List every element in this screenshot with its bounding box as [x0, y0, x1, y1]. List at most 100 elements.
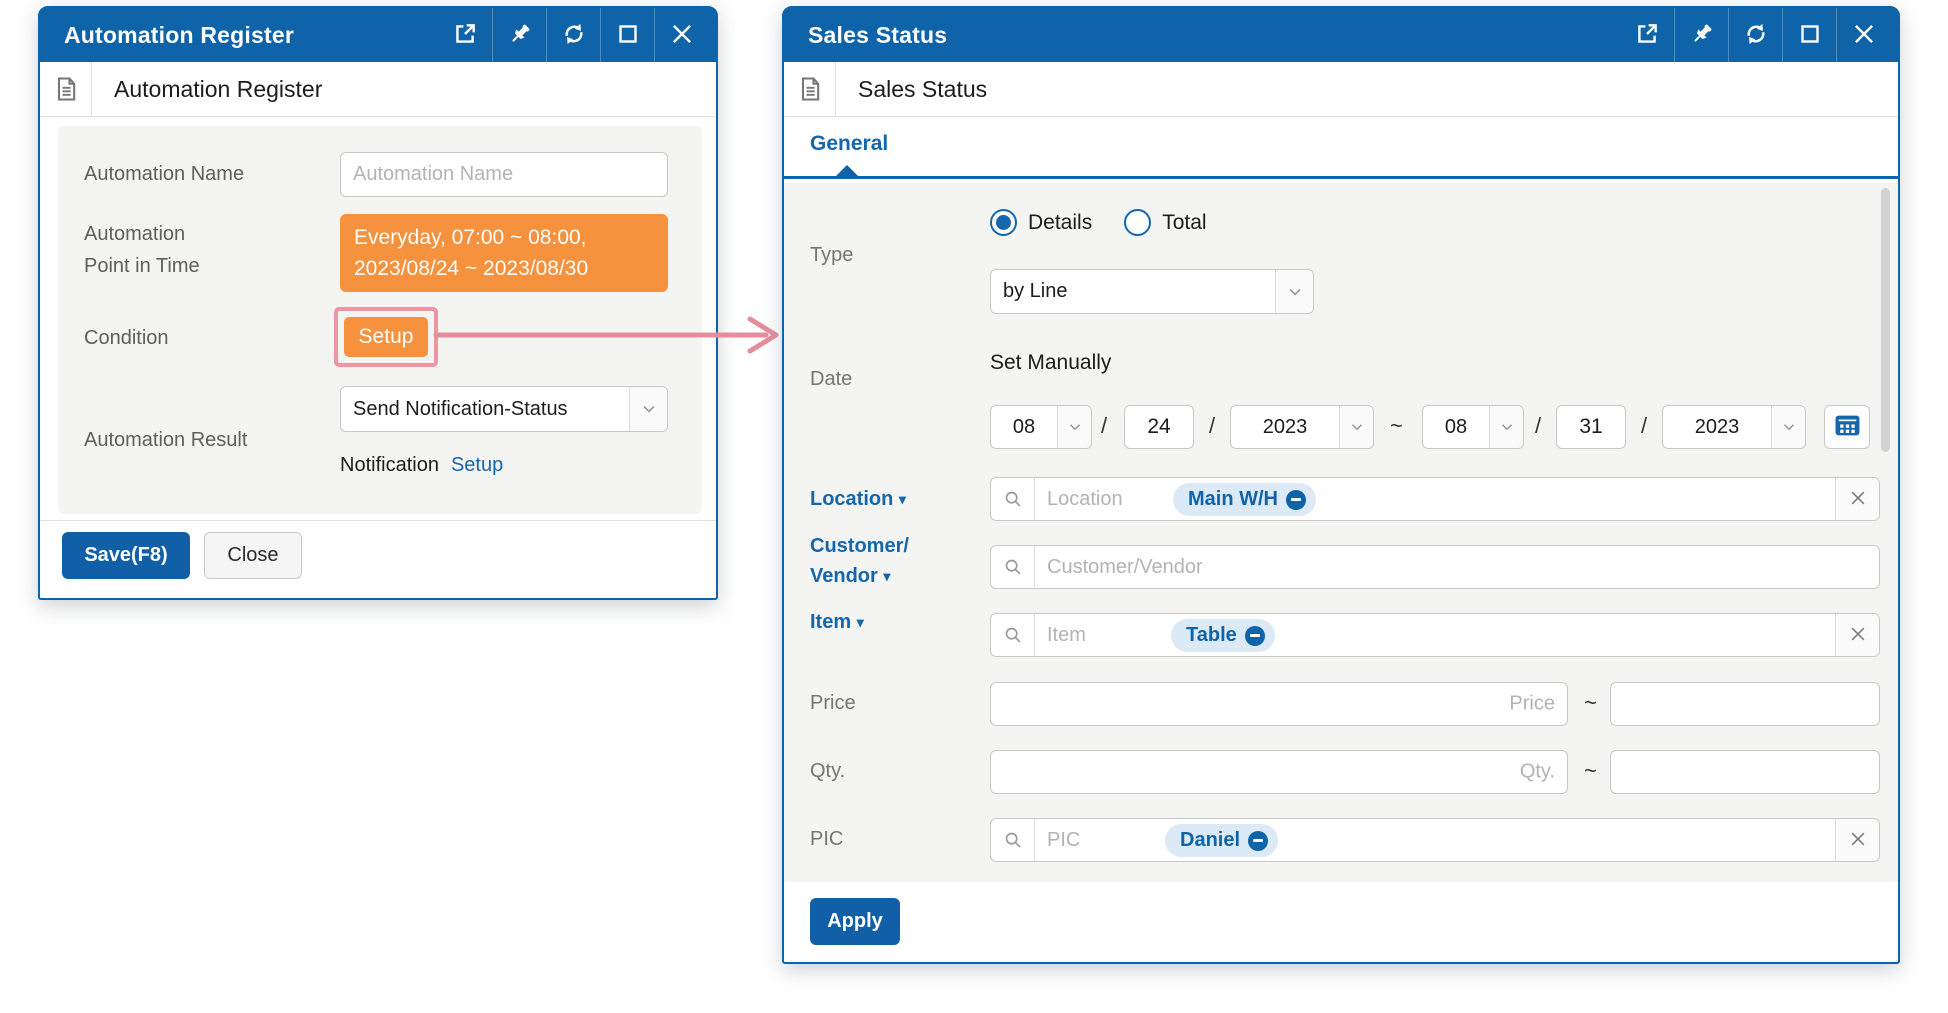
document-icon [784, 62, 836, 116]
remove-chip-icon[interactable] [1245, 626, 1265, 646]
type-dropdown[interactable]: by Line [990, 269, 1314, 314]
to-year-select[interactable]: 2023 [1662, 405, 1806, 449]
from-year-select[interactable]: 2023 [1230, 405, 1374, 449]
clear-icon [1848, 488, 1868, 511]
remove-chip-icon[interactable] [1286, 490, 1306, 510]
clear-location-button[interactable] [1835, 478, 1879, 520]
from-month-select[interactable]: 08 [990, 405, 1092, 449]
notification-setup-link[interactable]: Setup [451, 454, 503, 477]
radio-details-label[interactable]: Details [1028, 211, 1092, 235]
price-placeholder: Price [1509, 693, 1555, 716]
pic-input[interactable]: PIC Daniel [990, 818, 1880, 862]
date-range-tilde: ~ [1390, 413, 1403, 439]
save-button[interactable]: Save(F8) [62, 532, 190, 579]
price-from-input[interactable]: Price [990, 682, 1568, 726]
search-icon [991, 819, 1035, 861]
notification-row: Notification Setup [340, 454, 503, 477]
location-input[interactable]: Location Main W/H [990, 477, 1880, 521]
qty-range-tilde: ~ [1584, 758, 1597, 784]
date-slash: / [1209, 413, 1215, 439]
radio-total[interactable] [1124, 209, 1151, 236]
clear-pic-button[interactable] [1835, 819, 1879, 861]
page-header: Automation Register [40, 62, 716, 117]
from-day-input[interactable]: 24 [1124, 405, 1194, 449]
vertical-scrollbar[interactable] [1881, 188, 1890, 452]
caret-down-icon: ▾ [883, 568, 890, 584]
chevron-down-icon [1339, 406, 1373, 448]
page-header: Sales Status [784, 62, 1898, 117]
item-input[interactable]: Item Table [990, 613, 1880, 657]
refresh-button[interactable] [1728, 8, 1782, 62]
price-range-tilde: ~ [1584, 690, 1597, 716]
titlebar-buttons [438, 8, 708, 62]
filter-form: Type Details Total by Line Date Set Manu… [784, 183, 1898, 886]
screen: Automation Register [0, 0, 1948, 1013]
pin-icon [1689, 21, 1715, 50]
maximize-icon [616, 22, 640, 49]
location-label[interactable]: Location ▾ [810, 484, 906, 514]
search-icon [991, 478, 1035, 520]
location-placeholder: Location [1035, 488, 1123, 511]
date-slash: / [1535, 413, 1541, 439]
price-label: Price [810, 687, 856, 719]
to-day-input[interactable]: 31 [1556, 405, 1626, 449]
pin-button[interactable] [1674, 8, 1728, 62]
radio-details[interactable] [990, 209, 1017, 236]
date-slash: / [1641, 413, 1647, 439]
automation-name-input[interactable]: Automation Name [340, 152, 668, 197]
qty-from-input[interactable]: Qty. [990, 750, 1568, 794]
type-radio-group: Details Total [990, 209, 1239, 236]
condition-setup-highlight: Setup [334, 307, 438, 367]
customer-vendor-placeholder: Customer/Vendor [1035, 556, 1203, 579]
qty-placeholder: Qty. [1520, 761, 1555, 784]
calendar-button[interactable] [1824, 405, 1870, 449]
clear-icon [1848, 624, 1868, 647]
clear-icon [1848, 829, 1868, 852]
tab-general[interactable]: General [810, 132, 888, 156]
automation-result-dropdown-value: Send Notification-Status [341, 387, 629, 431]
chevron-down-icon [1489, 406, 1523, 448]
customer-vendor-input[interactable]: Customer/Vendor [990, 545, 1880, 589]
pic-placeholder: PIC [1035, 829, 1080, 852]
item-label[interactable]: Item ▾ [810, 607, 864, 637]
close-button[interactable] [1836, 8, 1890, 62]
price-to-input[interactable] [1610, 682, 1880, 726]
pin-icon [507, 21, 533, 50]
close-button[interactable] [654, 8, 708, 62]
search-icon [991, 546, 1035, 588]
automation-result-label: Automation Result [84, 424, 247, 456]
dialog-footer: Apply [784, 882, 1898, 962]
condition-label: Condition [84, 322, 169, 354]
sales-status-dialog: Sales Status [782, 6, 1900, 964]
tab-bar: General [784, 117, 1898, 179]
date-mode-text: Set Manually [990, 351, 1111, 375]
qty-to-input[interactable] [1610, 750, 1880, 794]
open-in-new-window-icon [1634, 21, 1660, 50]
calendar-icon [1834, 413, 1861, 441]
close-button-footer[interactable]: Close [204, 532, 302, 579]
condition-setup-button[interactable]: Setup [344, 317, 428, 357]
document-icon [40, 62, 92, 116]
automation-register-dialog: Automation Register [38, 6, 718, 600]
customer-vendor-label[interactable]: Customer/ Vendor ▾ [810, 531, 909, 591]
chevron-down-icon [629, 387, 667, 431]
open-in-new-window-button[interactable] [438, 8, 492, 62]
refresh-button[interactable] [546, 8, 600, 62]
setup-to-dialog-arrow [432, 315, 784, 355]
dialog-title: Automation Register [64, 22, 294, 49]
apply-button[interactable]: Apply [810, 898, 900, 945]
chevron-down-icon [1057, 406, 1091, 448]
pin-button[interactable] [492, 8, 546, 62]
remove-chip-icon[interactable] [1248, 831, 1268, 851]
clear-item-button[interactable] [1835, 614, 1879, 656]
automation-result-dropdown[interactable]: Send Notification-Status [340, 386, 668, 432]
active-tab-caret [836, 165, 858, 176]
maximize-button[interactable] [600, 8, 654, 62]
to-month-select[interactable]: 08 [1422, 405, 1524, 449]
radio-total-label[interactable]: Total [1162, 211, 1206, 235]
item-chip: Table [1171, 619, 1275, 652]
chevron-down-icon [1275, 270, 1313, 313]
maximize-button[interactable] [1782, 8, 1836, 62]
open-in-new-window-icon [452, 21, 478, 50]
open-in-new-window-button[interactable] [1620, 8, 1674, 62]
